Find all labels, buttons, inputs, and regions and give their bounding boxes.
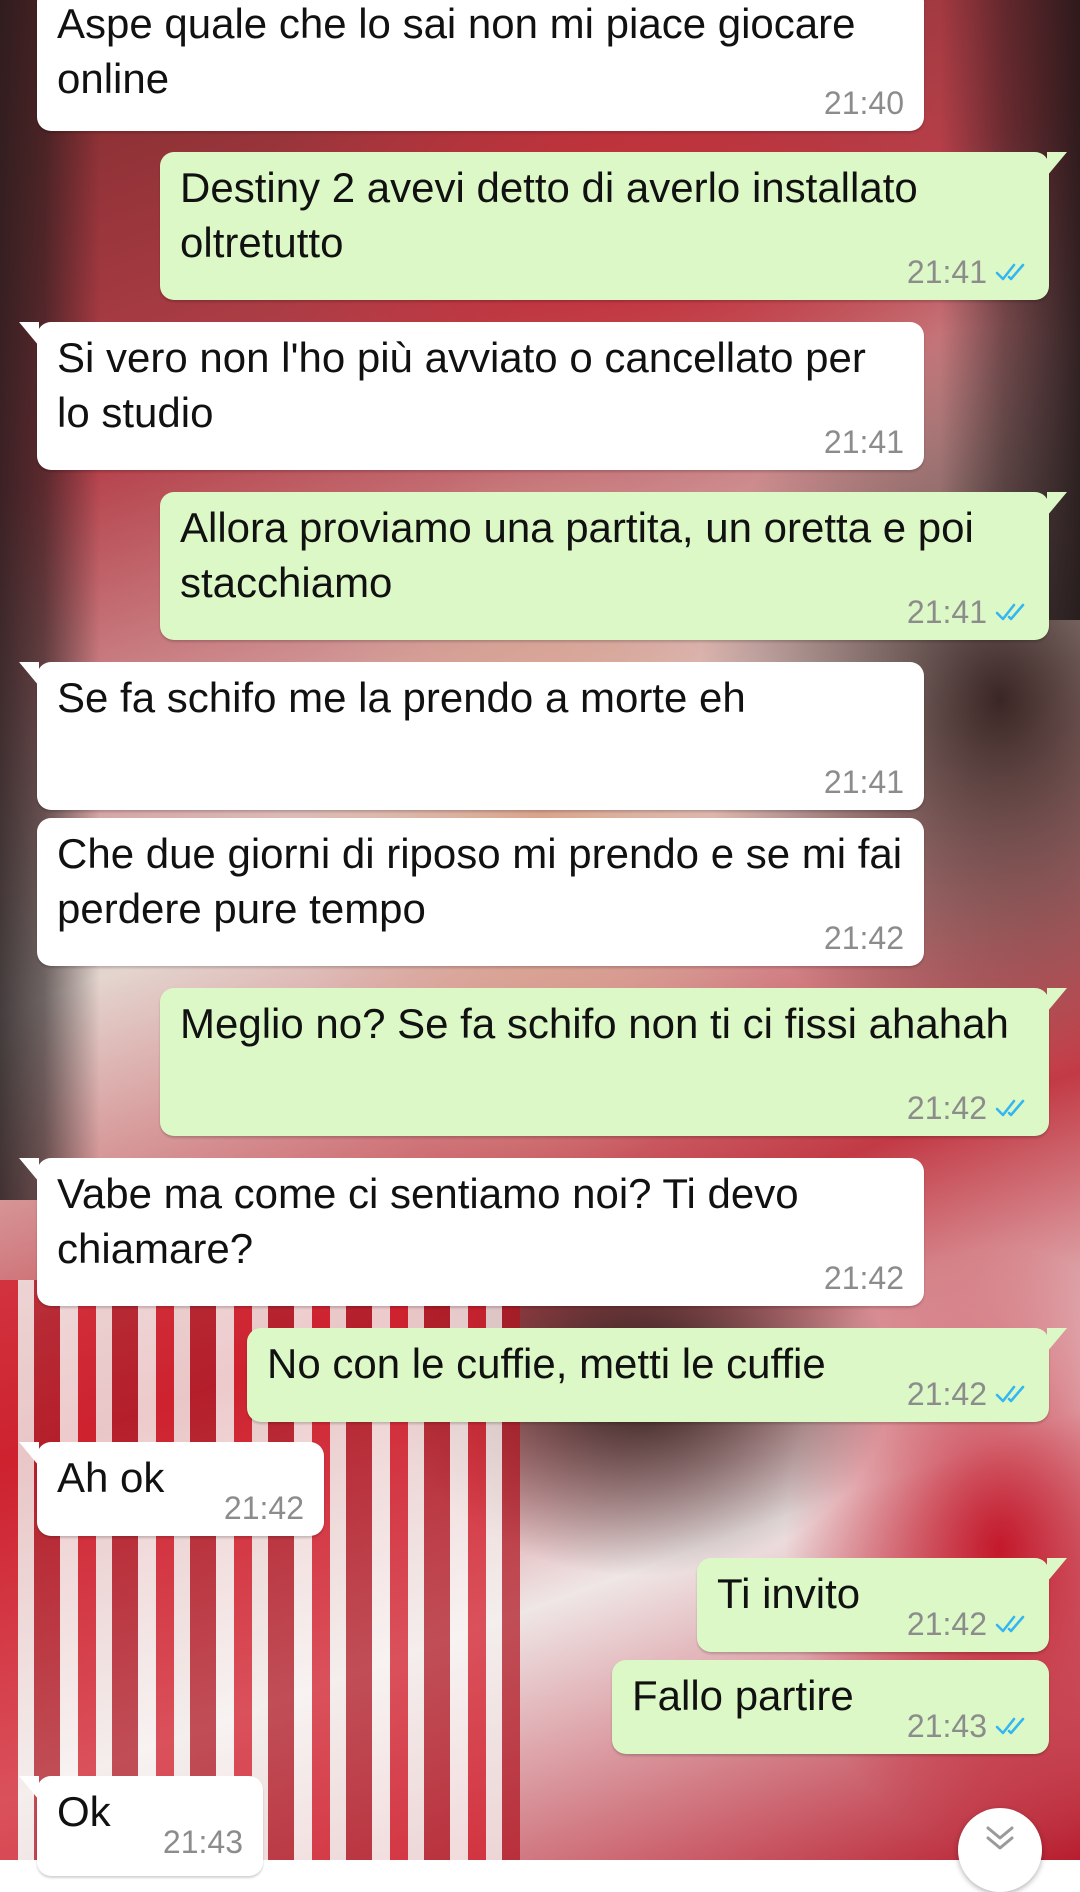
outgoing-message[interactable]: Allora proviamo una partita, un oretta e… — [160, 492, 1067, 640]
incoming-message[interactable]: Vabe ma come ci sentiamo noi? Ti devo ch… — [19, 1158, 924, 1306]
message-meta: 21:42 — [907, 1374, 1029, 1414]
message-meta: 21:42 — [824, 918, 904, 958]
double-check-icon — [995, 1385, 1025, 1403]
incoming-message[interactable]: Ok 21:43 — [19, 1776, 263, 1876]
message-meta: 21:41 — [824, 762, 904, 802]
incoming-message[interactable]: Si vero non l'ho più avviato o cancellat… — [19, 322, 924, 470]
double-check-icon — [995, 603, 1025, 621]
message-time: 21:42 — [823, 1260, 904, 1296]
double-check-icon — [995, 1615, 1025, 1633]
double-check-icon — [995, 1099, 1025, 1117]
scroll-to-bottom-button[interactable] — [958, 1808, 1042, 1892]
message-text: Aspe quale che lo sai non mi piace gioca… — [57, 0, 868, 102]
outgoing-message[interactable]: Ti invito 21:42 — [697, 1558, 1067, 1652]
chevron-down-icon — [986, 1826, 1014, 1850]
outgoing-message[interactable]: Meglio no? Se fa schifo non ti ci fissi … — [160, 988, 1067, 1136]
message-text: Allora proviamo una partita, un oretta e… — [180, 504, 986, 606]
message-meta: 21:42 — [907, 1604, 1029, 1644]
message-text: Si vero non l'ho più avviato o cancellat… — [57, 334, 878, 436]
message-text: Fallo partire — [632, 1672, 854, 1719]
incoming-message[interactable]: Aspe quale che lo sai non mi piace gioca… — [37, 0, 924, 131]
message-time: 21:42 — [906, 1606, 987, 1642]
message-time: 21:42 — [906, 1376, 987, 1412]
message-text: Ah ok — [57, 1454, 165, 1501]
message-meta: 21:42 — [224, 1488, 304, 1528]
outgoing-message[interactable]: No con le cuffie, metti le cuffie 21:42 — [247, 1328, 1067, 1422]
message-meta: 21:42 — [907, 1088, 1029, 1128]
message-meta: 21:41 — [907, 252, 1029, 292]
message-meta: 21:42 — [824, 1258, 904, 1298]
message-meta: 21:43 — [907, 1706, 1029, 1746]
message-text: Meglio no? Se fa schifo non ti ci fissi … — [180, 1000, 1009, 1047]
incoming-message[interactable]: Se fa schifo me la prendo a morte eh 21:… — [19, 662, 924, 810]
double-check-icon — [995, 263, 1025, 281]
message-text: Ti invito — [717, 1570, 861, 1617]
message-meta: 21:41 — [907, 592, 1029, 632]
message-meta: 21:41 — [824, 422, 904, 462]
message-text: Destiny 2 avevi detto di averlo installa… — [180, 164, 930, 266]
message-time: 21:41 — [823, 424, 904, 460]
message-time: 21:42 — [823, 920, 904, 956]
message-meta: 21:40 — [824, 83, 904, 123]
message-time: 21:42 — [906, 1090, 987, 1126]
outgoing-message[interactable]: Destiny 2 avevi detto di averlo installa… — [160, 152, 1067, 300]
message-text: Se fa schifo me la prendo a morte eh — [57, 674, 746, 721]
outgoing-message[interactable]: Fallo partire 21:43 — [612, 1660, 1049, 1754]
wallpaper-shape — [0, 0, 100, 1200]
message-time: 21:40 — [823, 85, 904, 121]
incoming-message[interactable]: Che due giorni di riposo mi prendo e se … — [37, 818, 924, 966]
message-time: 21:41 — [906, 254, 987, 290]
message-time: 21:43 — [906, 1708, 987, 1744]
message-time: 21:41 — [906, 594, 987, 630]
message-text: Che due giorni di riposo mi prendo e se … — [57, 830, 914, 932]
message-time: 21:41 — [823, 764, 904, 800]
message-time: 21:43 — [162, 1824, 243, 1860]
message-text: Vabe ma come ci sentiamo noi? Ti devo ch… — [57, 1170, 811, 1272]
incoming-message[interactable]: Ah ok 21:42 — [19, 1442, 324, 1536]
double-check-icon — [995, 1717, 1025, 1735]
message-meta: 21:43 — [163, 1822, 243, 1862]
message-time: 21:42 — [223, 1490, 304, 1526]
message-text: No con le cuffie, metti le cuffie — [267, 1340, 826, 1387]
message-text: Ok — [57, 1788, 111, 1835]
